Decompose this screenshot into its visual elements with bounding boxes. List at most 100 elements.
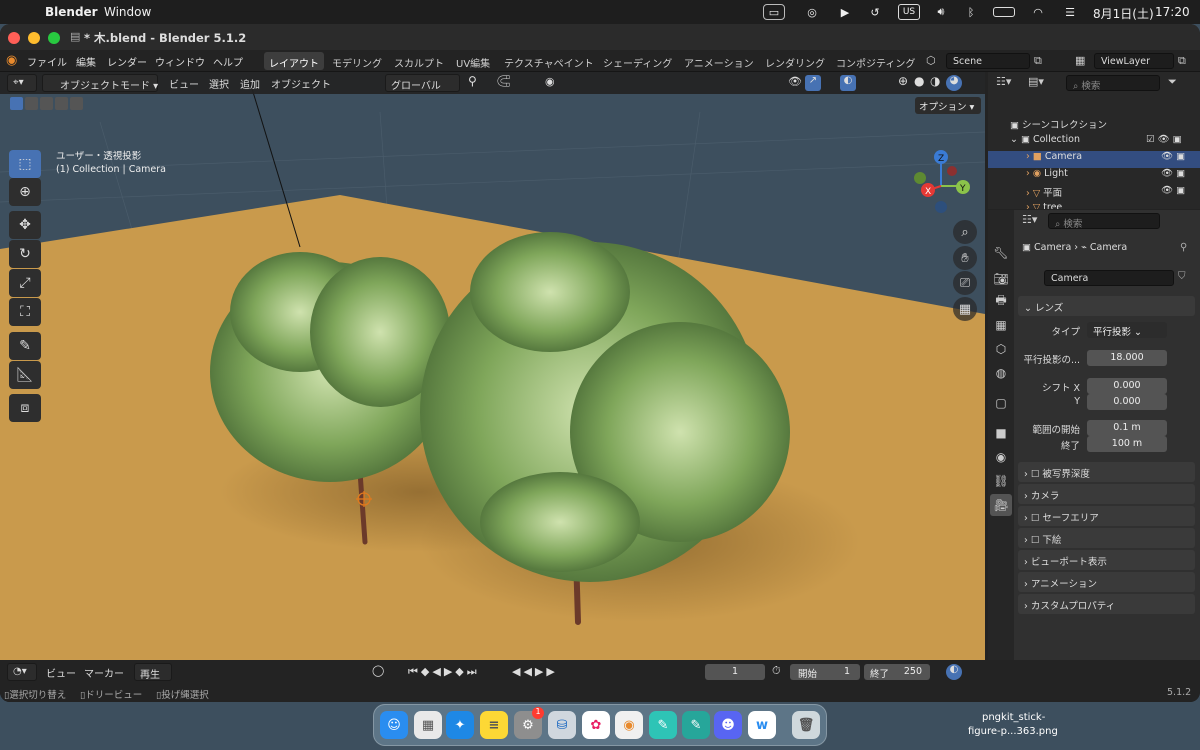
wifi-icon[interactable]: ◠ — [1030, 4, 1046, 20]
safe-areas-panel[interactable]: › ☐ セーフエリア — [1018, 506, 1195, 526]
desktop-file-label-2[interactable]: figure-p...363.png — [968, 726, 1058, 737]
outliner-item-camera[interactable]: › ■ Camera 👁︎ ▣ — [988, 151, 1200, 168]
orientation-dropdown[interactable]: グローバル — [385, 74, 460, 92]
menubar-time[interactable]: 17:20 — [1155, 5, 1190, 19]
writer-icon[interactable]: w — [748, 711, 776, 739]
app-menu[interactable]: Blender — [45, 5, 98, 19]
tab-rendering[interactable]: レンダリング — [760, 52, 830, 70]
scale-tool-icon[interactable]: ⤢ — [9, 269, 41, 297]
database-icon[interactable]: ⛁ — [548, 711, 576, 739]
gizmo-toggle-icon[interactable]: ↗ — [805, 75, 821, 91]
menu-help[interactable]: ヘルプ — [213, 54, 243, 69]
trash-icon[interactable]: 🗑︎ — [792, 711, 820, 739]
blender-logo-icon[interactable]: ◉ — [6, 53, 17, 68]
view-layer-tab-icon[interactable]: ▦ — [990, 314, 1012, 336]
camera-datablock-field[interactable]: Camera — [1044, 270, 1174, 286]
select-subtract-icon[interactable] — [40, 97, 53, 110]
playback-dropdown[interactable]: 再生 — [134, 663, 172, 681]
app-icon-2[interactable]: ✎ — [682, 711, 710, 739]
transform-tool-icon[interactable]: ⛶ — [9, 298, 41, 326]
viewport-menu-object[interactable]: オブジェクト — [271, 76, 331, 91]
shading-solid-icon[interactable]: ● — [914, 74, 924, 88]
menubar-date[interactable]: 8月1日(土) — [1093, 5, 1154, 22]
pin-icon[interactable]: ⚲ — [1180, 242, 1187, 253]
menu-render[interactable]: レンダー — [107, 54, 147, 69]
outliner-editor-icon[interactable]: ☷▾ — [996, 75, 1011, 88]
safari-icon[interactable]: ✦ — [446, 711, 474, 739]
shift-x-field[interactable]: 0.000 — [1087, 378, 1167, 394]
select-intersect-icon[interactable] — [70, 97, 83, 110]
clip-end-field[interactable]: 100 m — [1087, 436, 1167, 452]
outliner-item-tree[interactable]: › ▽ tree — [988, 202, 1200, 209]
constraints-tab-icon[interactable]: ⛓︎ — [990, 470, 1012, 492]
bluetooth-icon[interactable]: ᛒ — [964, 4, 978, 20]
camera-data-tab-icon[interactable]: 🎥︎ — [990, 494, 1012, 516]
new-view-layer-icon[interactable]: ⧉ — [1178, 54, 1186, 68]
tool-tab-icon[interactable]: 🔧︎ — [990, 242, 1012, 264]
shift-y-field[interactable]: 0.000 — [1087, 394, 1167, 410]
measure-tool-icon[interactable]: 📐︎ — [9, 361, 41, 389]
object-tab-icon[interactable]: ■ — [990, 422, 1012, 444]
volume-icon[interactable]: 🔊︎ — [932, 4, 950, 20]
play-icon[interactable]: ▶ — [836, 4, 854, 20]
menu-edit[interactable]: 編集 — [76, 54, 96, 69]
auto-keying-icon[interactable]: ◯ — [372, 664, 384, 677]
tab-animation[interactable]: アニメーション — [679, 52, 759, 70]
ortho-scale-field[interactable]: 18.000 — [1087, 350, 1167, 366]
visibility-icon[interactable]: 👁︎ — [788, 75, 802, 88]
outliner-collection[interactable]: ⌄ ▣ Collection ☑ 👁︎ ▣ — [988, 134, 1200, 151]
photos-icon[interactable]: ✿ — [582, 711, 610, 739]
3d-viewport[interactable]: Z Y X ⌖▾ オブジェクトモード ▾ ビュー 選択 追加 オブジェクト グロ… — [0, 72, 985, 660]
add-cube-tool-icon[interactable]: ⧈ — [9, 394, 41, 422]
app-icon-1[interactable]: ✎ — [649, 711, 677, 739]
outliner-item-light[interactable]: › ◉ Light 👁︎ ▣ — [988, 168, 1200, 185]
zoom-window-button[interactable] — [48, 32, 60, 44]
tab-texture-paint[interactable]: テクスチャペイント — [499, 52, 599, 70]
select-new-icon[interactable] — [10, 97, 23, 110]
cursor-tool-icon[interactable]: ⊕ — [9, 178, 41, 206]
battery-icon[interactable] — [993, 7, 1015, 17]
timeline-menu-marker[interactable]: マーカー — [84, 665, 124, 680]
lens-panel-header[interactable]: ⌄ レンズ — [1018, 296, 1195, 316]
shading-material-icon[interactable]: ◑ — [930, 74, 940, 88]
display-icon[interactable]: ◎ — [803, 4, 821, 20]
pan-hand-icon[interactable]: ✋︎ — [953, 246, 977, 270]
tab-modeling[interactable]: モデリング — [327, 52, 387, 70]
mode-dropdown[interactable]: オブジェクトモード ▾ — [42, 74, 158, 92]
outliner-filter-mode-icon[interactable]: ▤▾ — [1028, 75, 1044, 88]
render-tab-icon[interactable]: 📷︎ — [990, 268, 1012, 290]
animation-panel[interactable]: › アニメーション — [1018, 572, 1195, 592]
select-box-tool-icon[interactable]: ⬚ — [9, 150, 41, 178]
shading-wireframe-icon[interactable]: ⊕ — [898, 74, 908, 88]
snap-icon[interactable]: 🧲︎ — [496, 74, 511, 88]
properties-search-input[interactable]: ⌕ 検索 — [1048, 213, 1160, 230]
minimize-window-button[interactable] — [28, 32, 40, 44]
depth-of-field-panel[interactable]: › ☐ 被写界深度 — [1018, 462, 1195, 482]
viewport-display-panel[interactable]: › ビューポート表示 — [1018, 550, 1195, 570]
collection-tab-icon[interactable]: ▢ — [990, 392, 1012, 414]
fake-user-icon[interactable]: ⛉ — [1178, 271, 1186, 282]
background-images-panel[interactable]: › ☐ 下絵 — [1018, 528, 1195, 548]
timeline-options-icon[interactable]: ◐ — [946, 664, 962, 680]
discord-icon[interactable]: ☻ — [714, 711, 742, 739]
move-tool-icon[interactable]: ✥ — [9, 211, 41, 239]
tab-sculpt[interactable]: スカルプト — [389, 52, 449, 70]
shading-rendered-icon[interactable]: ◕ — [946, 75, 962, 91]
tab-compositing[interactable]: コンポジティング — [831, 52, 920, 70]
outliner-search-input[interactable]: ⌕ 検索 — [1066, 75, 1160, 92]
outliner-scene-collection[interactable]: ▣ シーンコレクション — [988, 117, 1200, 134]
select-extend-icon[interactable] — [25, 97, 38, 110]
camera-panel[interactable]: › カメラ — [1018, 484, 1195, 504]
annotate-tool-icon[interactable]: ✎ — [9, 332, 41, 360]
new-scene-icon[interactable]: ⧉ — [1034, 54, 1042, 68]
jump-keyframe-controls[interactable]: ◀◀▶▶ — [512, 665, 558, 678]
tab-layout[interactable]: レイアウト — [264, 52, 324, 70]
frame-start-field[interactable]: 開始 1 — [790, 664, 860, 680]
outliner-item-plane[interactable]: › ▽ 平面 👁︎ ▣ — [988, 185, 1200, 202]
viewport-menu-select[interactable]: 選択 — [209, 76, 229, 91]
pivot-icon[interactable]: ⚲ — [468, 74, 477, 88]
launchpad-icon[interactable]: ▦ — [414, 711, 442, 739]
options-button[interactable]: オプション ▾ — [915, 97, 981, 114]
clip-start-field[interactable]: 0.1 m — [1087, 420, 1167, 436]
editor-type-dropdown[interactable]: ⌖▾ — [7, 74, 37, 92]
